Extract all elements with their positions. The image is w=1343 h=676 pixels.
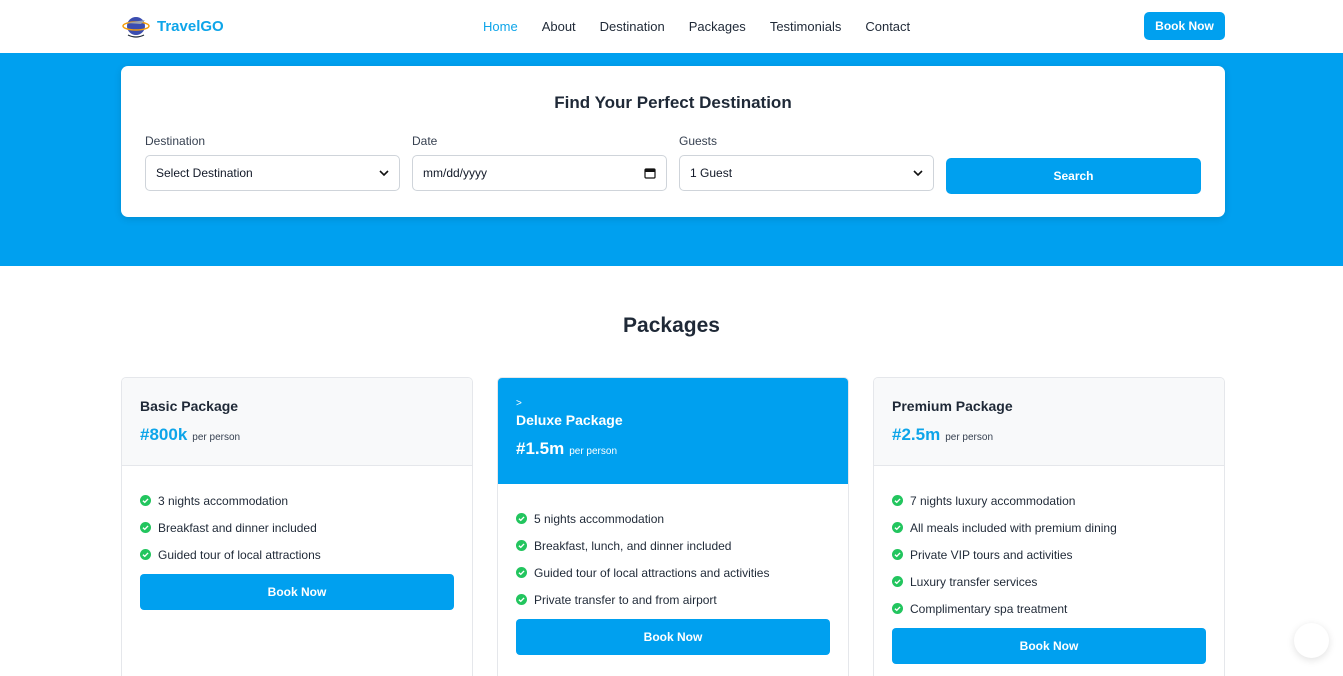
- feature-text: Luxury transfer services: [910, 574, 1038, 589]
- guests-field: Guests 1 Guest: [679, 134, 934, 191]
- check-circle-icon: [516, 513, 527, 524]
- check-circle-icon: [892, 522, 903, 533]
- list-item: Private VIP tours and activities: [892, 541, 1206, 568]
- feature-text: Private VIP tours and activities: [910, 547, 1073, 562]
- packages-title: Packages: [623, 314, 720, 337]
- floating-action-button[interactable]: [1294, 623, 1329, 658]
- brand-logo[interactable]: TravelGO: [121, 11, 224, 41]
- chevron-down-icon: [913, 170, 923, 177]
- feature-list: 3 nights accommodation Breakfast and din…: [122, 487, 472, 568]
- nav-link-about[interactable]: About: [542, 19, 576, 34]
- feature-text: Private transfer to and from airport: [534, 592, 717, 607]
- destination-value: Select Destination: [156, 166, 253, 180]
- nav-links: Home About Destination Packages Testimon…: [483, 19, 910, 34]
- list-item: 5 nights accommodation: [516, 505, 830, 532]
- package-marker: >: [516, 398, 522, 409]
- price-row: #2.5m per person: [892, 425, 1206, 445]
- navbar: TravelGO Home About Destination Packages…: [0, 0, 1343, 53]
- package-header: Basic Package #800k per person: [122, 378, 472, 466]
- feature-text: All meals included with premium dining: [910, 520, 1117, 535]
- destination-select[interactable]: Select Destination: [145, 155, 400, 191]
- guests-select[interactable]: 1 Guest: [679, 155, 934, 191]
- package-card-basic: Basic Package #800k per person 3 nights …: [121, 377, 473, 676]
- list-item: Breakfast, lunch, and dinner included: [516, 532, 830, 559]
- feature-text: Complimentary spa treatment: [910, 601, 1068, 616]
- list-item: 7 nights luxury accommodation: [892, 487, 1206, 514]
- feature-list: 5 nights accommodation Breakfast, lunch,…: [498, 505, 848, 613]
- check-circle-icon: [892, 495, 903, 506]
- check-circle-icon: [892, 576, 903, 587]
- date-field: Date mm/dd/yyyy: [412, 134, 667, 191]
- package-name: Basic Package: [140, 398, 239, 414]
- brand-name: TravelGO: [157, 17, 224, 35]
- price-row: #1.5m per person: [516, 439, 830, 459]
- check-circle-icon: [140, 549, 151, 560]
- feature-text: 3 nights accommodation: [158, 493, 289, 508]
- list-item: Guided tour of local attractions: [140, 541, 454, 568]
- feature-text: Breakfast, lunch, and dinner included: [534, 538, 732, 553]
- feature-text: Breakfast and dinner included: [158, 520, 317, 535]
- chevron-down-icon: [379, 170, 389, 177]
- price-unit: per person: [945, 432, 994, 443]
- guests-label: Guests: [679, 134, 718, 148]
- feature-text: Guided tour of local attractions: [158, 547, 321, 562]
- list-item: Luxury transfer services: [892, 568, 1206, 595]
- price-row: #800k per person: [140, 425, 454, 445]
- package-card-premium: Premium Package #2.5m per person 7 night…: [873, 377, 1225, 676]
- package-card-deluxe: > Deluxe Package #1.5m per person 5 nigh…: [497, 377, 849, 676]
- feature-text: 5 nights accommodation: [534, 511, 665, 526]
- list-item: Private transfer to and from airport: [516, 586, 830, 613]
- nav-link-contact[interactable]: Contact: [865, 19, 910, 34]
- package-header: Premium Package #2.5m per person: [874, 378, 1224, 466]
- package-name: Deluxe Package: [516, 412, 623, 428]
- book-premium-button[interactable]: Book Now: [892, 628, 1206, 664]
- package-header: > Deluxe Package #1.5m per person: [498, 378, 848, 484]
- package-price: #1.5m: [516, 439, 565, 458]
- package-price: #2.5m: [892, 425, 941, 444]
- destination-field: Destination Select Destination: [145, 134, 400, 191]
- nav-book-now-button[interactable]: Book Now: [1144, 12, 1225, 40]
- check-circle-icon: [140, 522, 151, 533]
- date-label: Date: [412, 134, 438, 148]
- list-item: Guided tour of local attractions and act…: [516, 559, 830, 586]
- calendar-icon[interactable]: [644, 167, 656, 179]
- price-unit: per person: [192, 432, 241, 443]
- search-card: Find Your Perfect Destination Destinatio…: [121, 66, 1225, 217]
- list-item: Breakfast and dinner included: [140, 514, 454, 541]
- check-circle-icon: [140, 495, 151, 506]
- feature-list: 7 nights luxury accommodation All meals …: [874, 487, 1224, 622]
- nav-link-packages[interactable]: Packages: [689, 19, 746, 34]
- package-name: Premium Package: [892, 398, 1013, 414]
- destination-label: Destination: [145, 134, 206, 148]
- nav-link-testimonials[interactable]: Testimonials: [770, 19, 842, 34]
- check-circle-icon: [892, 603, 903, 614]
- check-circle-icon: [516, 567, 527, 578]
- book-basic-button[interactable]: Book Now: [140, 574, 454, 610]
- nav-link-home[interactable]: Home: [483, 19, 518, 34]
- check-circle-icon: [892, 549, 903, 560]
- check-circle-icon: [516, 540, 527, 551]
- list-item: Complimentary spa treatment: [892, 595, 1206, 622]
- list-item: 3 nights accommodation: [140, 487, 454, 514]
- feature-text: Guided tour of local attractions and act…: [534, 565, 770, 580]
- date-input[interactable]: mm/dd/yyyy: [412, 155, 667, 191]
- book-deluxe-button[interactable]: Book Now: [516, 619, 830, 655]
- search-button[interactable]: Search: [946, 158, 1201, 194]
- guests-value: 1 Guest: [690, 166, 733, 180]
- check-circle-icon: [516, 594, 527, 605]
- date-value: mm/dd/yyyy: [423, 166, 488, 180]
- search-title: Find Your Perfect Destination: [554, 93, 792, 112]
- price-unit: per person: [569, 446, 618, 457]
- feature-text: 7 nights luxury accommodation: [910, 493, 1076, 508]
- list-item: All meals included with premium dining: [892, 514, 1206, 541]
- nav-link-destination[interactable]: Destination: [600, 19, 665, 34]
- package-price: #800k: [140, 425, 188, 444]
- globe-plane-logo-icon: [122, 17, 150, 38]
